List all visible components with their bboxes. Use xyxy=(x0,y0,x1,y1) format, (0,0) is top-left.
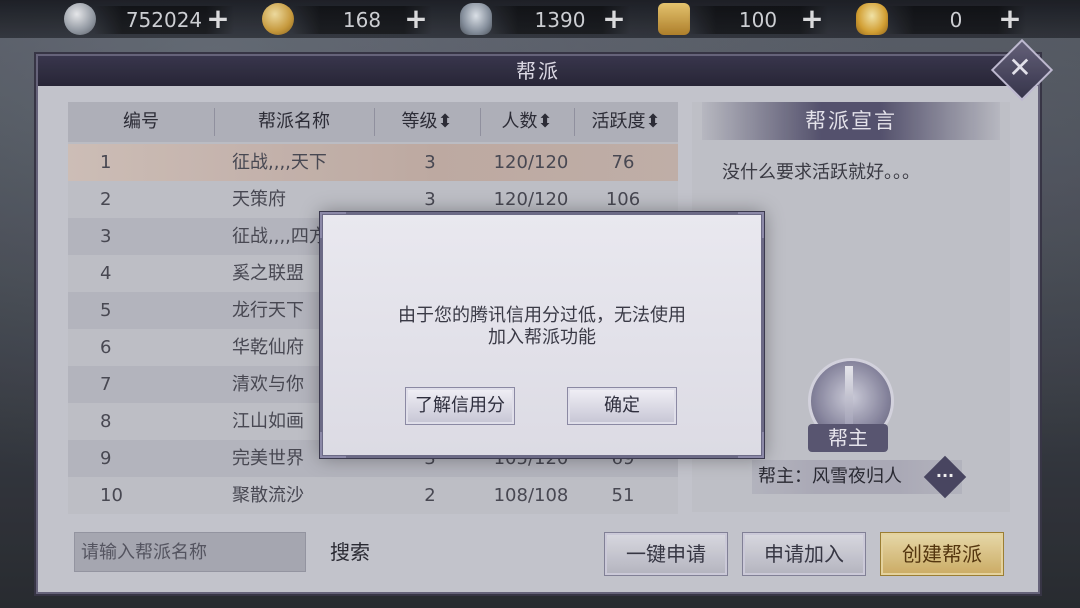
credit-score-dialog: 由于您的腾讯信用分过低，无法使用 加入帮派功能 了解信用分 确定 xyxy=(320,212,764,458)
dialog-corner xyxy=(320,432,346,458)
dialog-corner xyxy=(738,432,764,458)
dialog-corner xyxy=(320,212,346,238)
dialog-corner xyxy=(738,212,764,238)
confirm-button[interactable]: 确定 xyxy=(567,387,677,425)
dialog-message-line2: 加入帮派功能 xyxy=(488,327,596,348)
learn-credit-score-button[interactable]: 了解信用分 xyxy=(405,387,515,425)
dialog-message: 由于您的腾讯信用分过低，无法使用 加入帮派功能 xyxy=(323,305,761,349)
dialog-message-line1: 由于您的腾讯信用分过低，无法使用 xyxy=(398,305,686,326)
